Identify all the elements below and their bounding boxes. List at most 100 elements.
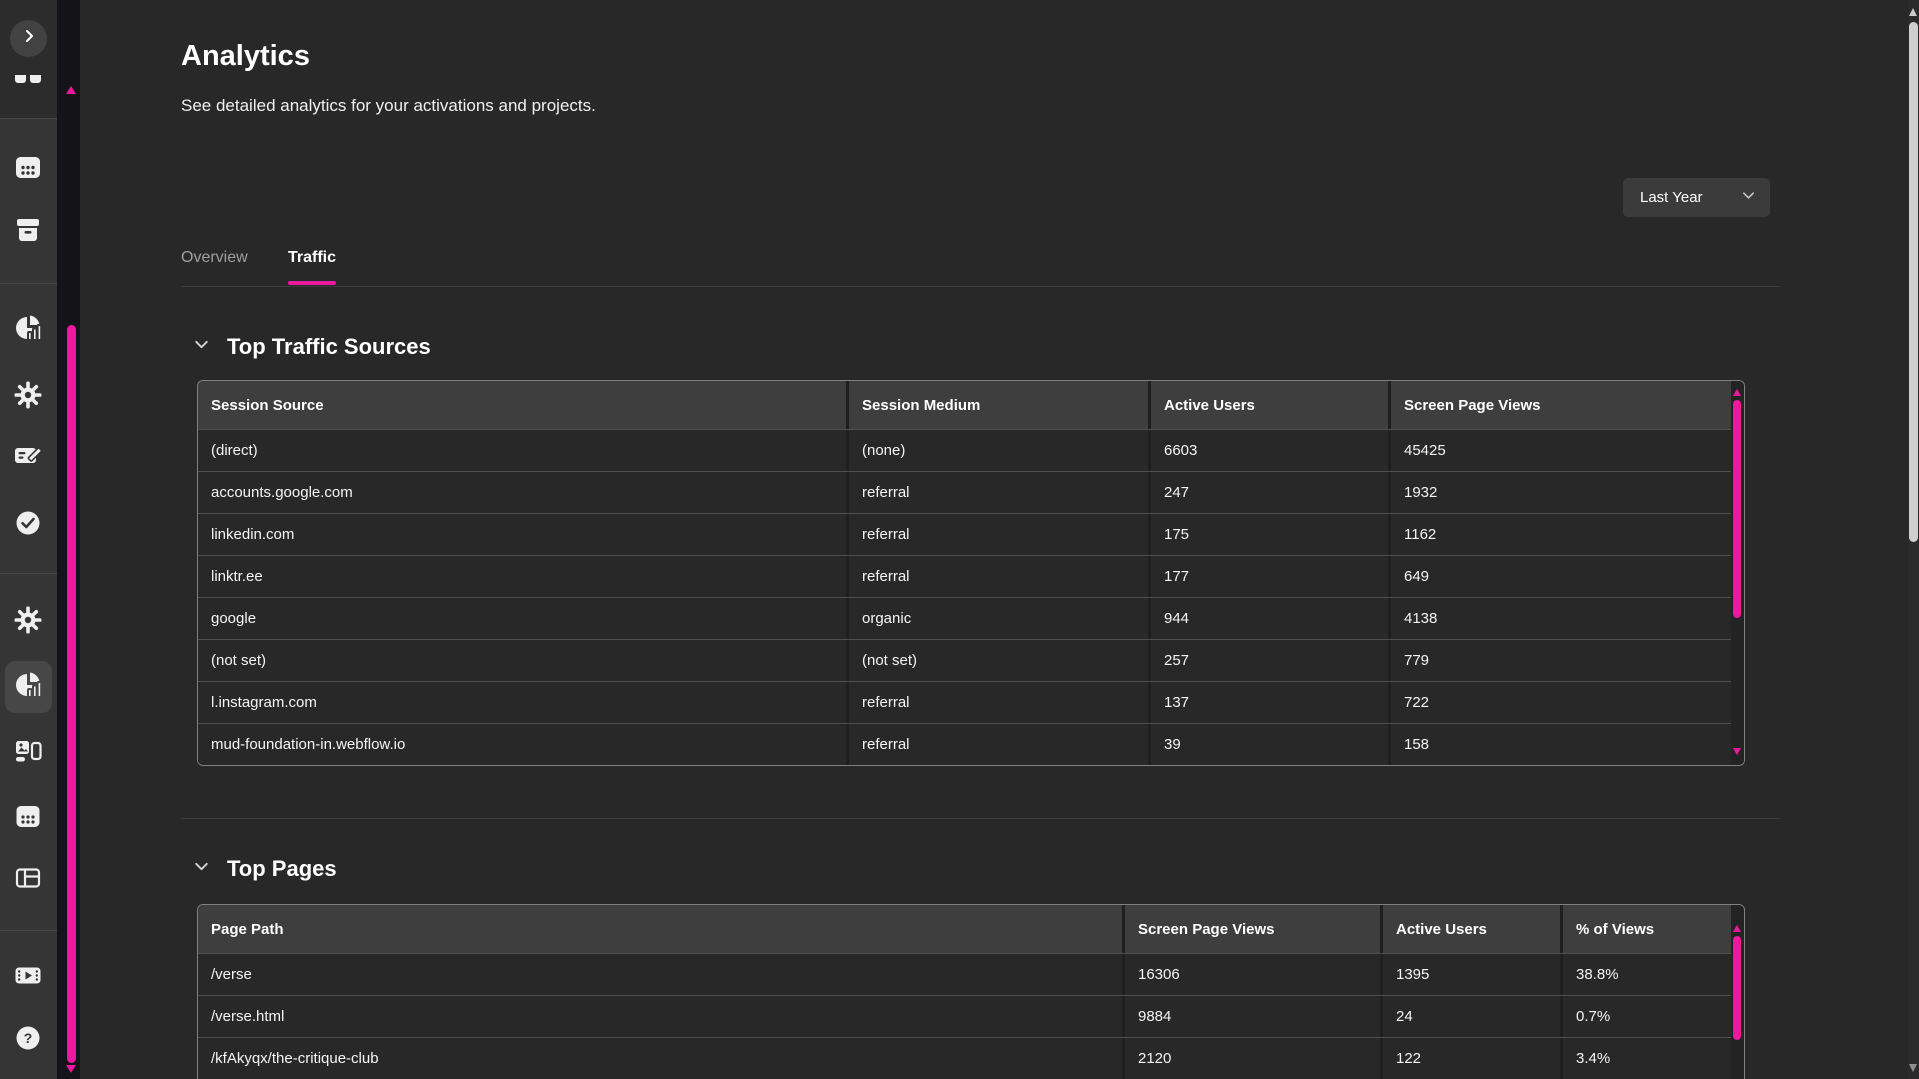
sidebar-item-partial[interactable]	[12, 64, 44, 96]
table-cell: 3.4%	[1563, 1038, 1731, 1079]
table-row: /verse16306139538.8%	[198, 953, 1731, 995]
table-cell: 944	[1151, 598, 1391, 639]
table-header-row: Session SourceSession MediumActive Users…	[198, 381, 1731, 429]
sidebar-item-cards[interactable]	[12, 441, 44, 473]
page-scrollbar-thumb[interactable]	[1909, 22, 1918, 542]
chevron-down-icon	[193, 336, 210, 358]
table-cell: 137	[1151, 682, 1391, 723]
date-range-value: Last Year	[1640, 189, 1703, 206]
sidebar-item-tutorials[interactable]	[12, 961, 44, 993]
sidebar-item-analytics-active[interactable]	[12, 671, 44, 703]
sidebar-item-tasks[interactable]	[12, 509, 44, 541]
column-header: % of Views	[1563, 905, 1731, 953]
grid-partial-icon	[14, 71, 42, 89]
traffic-sources-table: Session SourceSession MediumActive Users…	[198, 381, 1731, 765]
sidebar-item-project-settings[interactable]	[12, 606, 44, 638]
table-cell: referral	[849, 724, 1151, 765]
table-cell: 16306	[1125, 954, 1383, 995]
calendar-icon	[12, 800, 44, 837]
table-cell: 45425	[1391, 430, 1731, 471]
sidebar-top-section	[0, 0, 57, 118]
table-cell: /verse.html	[198, 996, 1125, 1037]
scroll-down-arrow[interactable]	[66, 1065, 76, 1073]
check-circle-icon	[12, 507, 44, 544]
table-cell: 247	[1151, 472, 1391, 513]
table-cell: organic	[849, 598, 1151, 639]
tab-traffic[interactable]: Traffic	[288, 249, 336, 267]
column-header: Active Users	[1383, 905, 1563, 953]
table-row: linktr.eereferral177649	[198, 555, 1731, 597]
table-cell: (not set)	[849, 640, 1151, 681]
table-cell: referral	[849, 514, 1151, 555]
table-cell: accounts.google.com	[198, 472, 849, 513]
calendar-icon	[12, 151, 44, 188]
table-row: googleorganic9444138	[198, 597, 1731, 639]
table-cell: /verse	[198, 954, 1125, 995]
svg-text:?: ?	[24, 1030, 33, 1046]
table-cell: 6603	[1151, 430, 1391, 471]
devices-icon	[12, 734, 44, 771]
sidebar-item-media[interactable]	[12, 736, 44, 768]
table-cell: google	[198, 598, 849, 639]
scroll-down-arrow[interactable]	[1909, 1064, 1917, 1072]
table-cell: 39	[1151, 724, 1391, 765]
table-cell: 257	[1151, 640, 1391, 681]
date-range-dropdown[interactable]: Last Year	[1623, 178, 1770, 217]
sidebar-divider	[0, 573, 57, 574]
sidebar-item-events[interactable]	[12, 802, 44, 834]
sidebar-divider	[0, 118, 57, 119]
scroll-up-arrow[interactable]	[1733, 925, 1741, 932]
archive-box-icon	[12, 213, 44, 250]
expand-sidebar-button[interactable]	[10, 20, 47, 57]
section-header-top-traffic-sources[interactable]: Top Traffic Sources	[193, 334, 431, 360]
table-cell: linkedin.com	[198, 514, 849, 555]
table-cell: 9884	[1125, 996, 1383, 1037]
sidebar-scrollbar-track	[57, 0, 80, 1079]
tab-overview[interactable]: Overview	[181, 249, 248, 267]
table-cell: 1932	[1391, 472, 1731, 513]
scroll-up-arrow[interactable]	[1733, 389, 1741, 396]
table-cell: /kfAkyqx/the-critique-club	[198, 1038, 1125, 1079]
tabs-divider	[181, 286, 1780, 287]
table-row: mud-foundation-in.webflow.ioreferral3915…	[198, 723, 1731, 765]
table-cell: 175	[1151, 514, 1391, 555]
table-cell: (none)	[849, 430, 1151, 471]
scroll-up-arrow[interactable]	[1909, 8, 1917, 16]
sidebar-item-archive[interactable]	[12, 215, 44, 247]
table-cell: (not set)	[198, 640, 849, 681]
table-cell: 158	[1391, 724, 1731, 765]
film-play-icon	[12, 959, 44, 996]
page-scrollbar-track[interactable]	[1908, 0, 1919, 1079]
table-cell: 779	[1391, 640, 1731, 681]
column-header: Screen Page Views	[1391, 381, 1731, 429]
table-scrollbar-thumb[interactable]	[1733, 400, 1741, 618]
scroll-up-arrow[interactable]	[66, 86, 76, 94]
scroll-down-arrow[interactable]	[1733, 748, 1741, 755]
help-icon: ?	[12, 1022, 44, 1059]
table-cell: (direct)	[198, 430, 849, 471]
gear-icon	[12, 604, 44, 641]
sidebar-scrollbar-thumb[interactable]	[67, 325, 76, 1063]
table-cell: 1395	[1383, 954, 1563, 995]
sidebar-item-layout[interactable]	[12, 864, 44, 896]
table-header-row: Page PathScreen Page ViewsActive Users% …	[198, 905, 1731, 953]
table-row: (direct)(none)660345425	[198, 429, 1731, 471]
chevron-down-icon	[1741, 188, 1756, 208]
page-title: Analytics	[181, 40, 310, 73]
analytics-page: ? Analytics See detailed analytics for y…	[0, 0, 1919, 1079]
active-tab-indicator	[288, 281, 336, 285]
sidebar-item-analytics[interactable]	[12, 314, 44, 346]
column-header: Session Medium	[849, 381, 1151, 429]
table-cell: mud-foundation-in.webflow.io	[198, 724, 849, 765]
pie-chart-icon	[12, 312, 44, 349]
section-header-top-pages[interactable]: Top Pages	[193, 856, 337, 882]
sidebar-item-schedule[interactable]	[12, 153, 44, 185]
table-row: /verse.html9884240.7%	[198, 995, 1731, 1037]
sidebar-item-help[interactable]: ?	[12, 1024, 44, 1056]
page-subtitle: See detailed analytics for your activati…	[181, 96, 596, 116]
sidebar-item-settings[interactable]	[12, 381, 44, 413]
table-cell: 177	[1151, 556, 1391, 597]
table-scrollbar-track	[1731, 381, 1744, 765]
table-scrollbar-thumb[interactable]	[1733, 936, 1741, 1040]
section-divider	[181, 818, 1780, 819]
